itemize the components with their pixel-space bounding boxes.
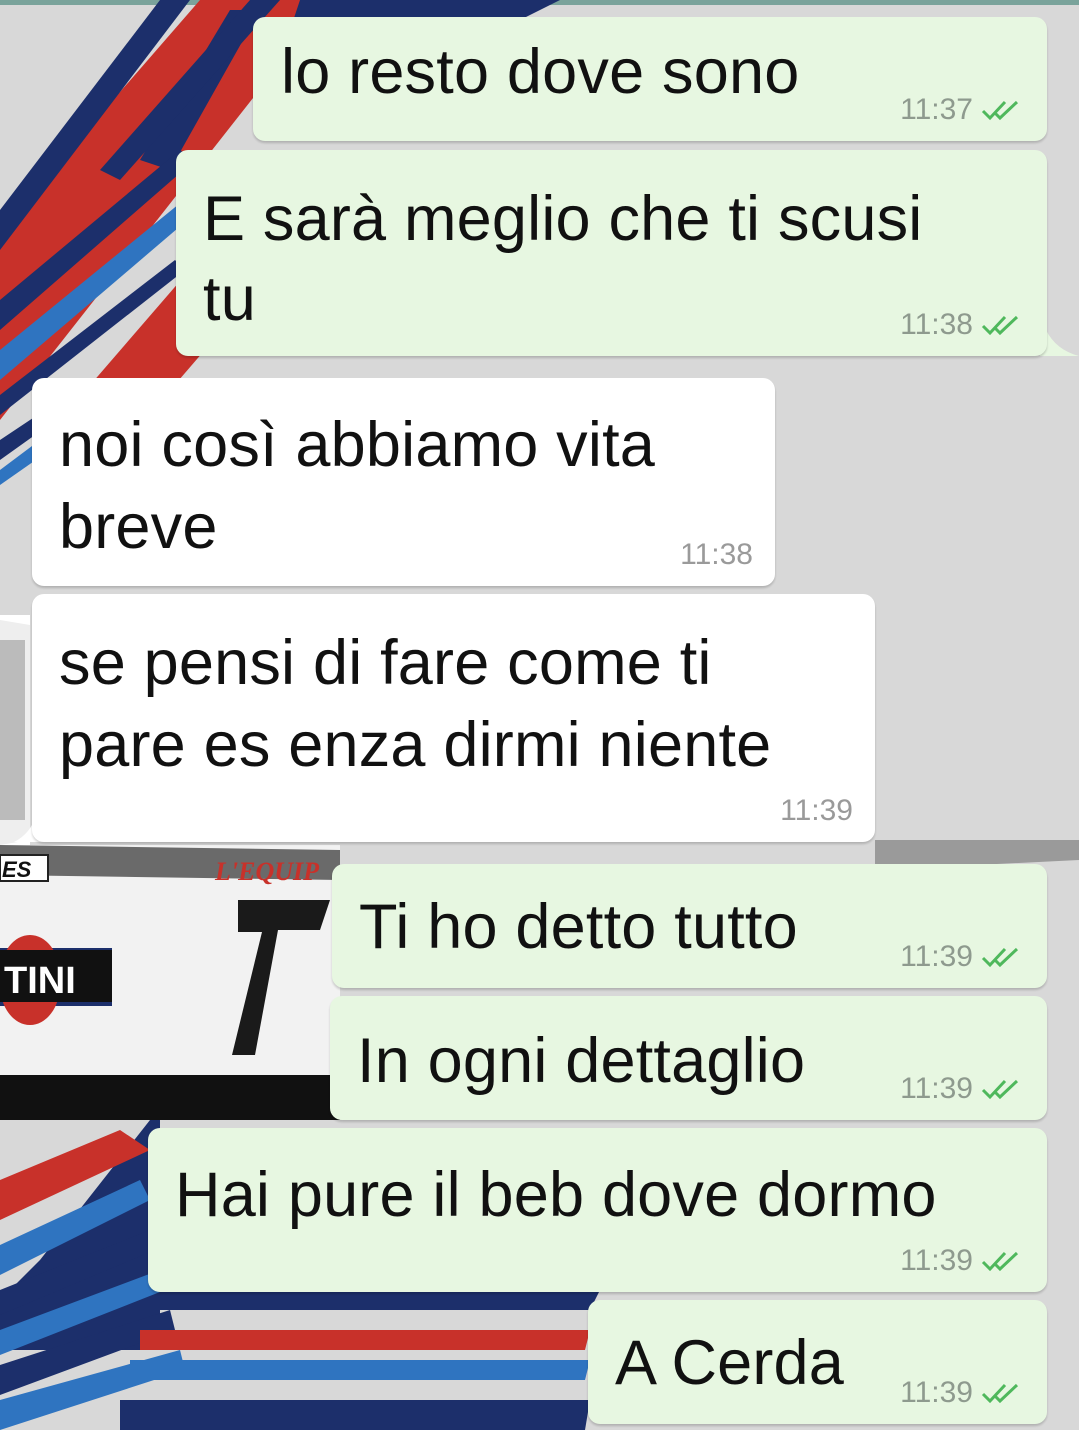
message-bubble-outgoing[interactable]: Hai pure il beb dove dormo 11:39 [148, 1128, 1047, 1292]
message-meta: 11:39 [900, 1072, 1023, 1106]
read-receipt-icon [981, 1078, 1023, 1100]
message-text-line: pare es enza dirmi niente [59, 710, 772, 780]
message-text-line: E sarà meglio che ti scusi [203, 184, 923, 254]
message-time: 11:37 [900, 93, 973, 126]
message-time: 11:39 [900, 1376, 973, 1409]
message-text-line: noi così abbiamo vita [59, 410, 656, 480]
message-meta: 11:38 [680, 538, 753, 572]
message-meta: 11:39 [900, 940, 1023, 974]
message-meta: 11:38 [900, 308, 1023, 342]
message-time: 11:39 [900, 1244, 973, 1277]
read-receipt-icon [981, 946, 1023, 968]
message-bubble-outgoing[interactable]: lo resto dove sono 11:37 [253, 17, 1047, 141]
message-text: A Cerda [615, 1328, 845, 1398]
message-text-line: breve [59, 492, 218, 562]
message-text: Ti ho detto tutto [359, 892, 798, 962]
message-text-line: tu [203, 264, 256, 334]
message-bubble-outgoing[interactable]: E sarà meglio che ti scusi tu 11:38 [176, 150, 1047, 356]
message-bubble-outgoing[interactable]: In ogni dettaglio 11:39 [330, 996, 1047, 1120]
message-text: In ogni dettaglio [357, 1026, 806, 1096]
message-bubble-incoming[interactable]: se pensi di fare come ti pare es enza di… [32, 594, 875, 842]
read-receipt-icon [981, 1250, 1023, 1272]
message-text: lo resto dove sono [281, 37, 800, 107]
wallpaper-sponsor-text: TINI [4, 960, 76, 1002]
read-receipt-icon [981, 1382, 1023, 1404]
message-meta: 11:39 [900, 1244, 1023, 1278]
wallpaper-badge-text: ES [2, 857, 32, 882]
message-bubble-outgoing[interactable]: Ti ho detto tutto 11:39 [332, 864, 1047, 988]
wallpaper-team-text: L'EQUIP [214, 857, 320, 886]
message-time: 11:39 [900, 940, 973, 973]
message-bubble-outgoing[interactable]: A Cerda 11:39 [588, 1300, 1047, 1424]
message-time: 11:38 [680, 538, 753, 571]
message-meta: 11:39 [900, 1376, 1023, 1410]
message-time: 11:39 [780, 794, 853, 827]
message-text-line: se pensi di fare come ti [59, 628, 712, 698]
message-bubble-incoming[interactable]: noi così abbiamo vita breve 11:38 [32, 378, 775, 586]
message-meta: 11:39 [780, 794, 853, 828]
read-receipt-icon [981, 314, 1023, 336]
message-text: Hai pure il beb dove dormo [175, 1160, 937, 1230]
message-time: 11:39 [900, 1072, 973, 1105]
read-receipt-icon [981, 99, 1023, 121]
message-meta: 11:37 [900, 93, 1023, 127]
message-time: 11:38 [900, 308, 973, 341]
